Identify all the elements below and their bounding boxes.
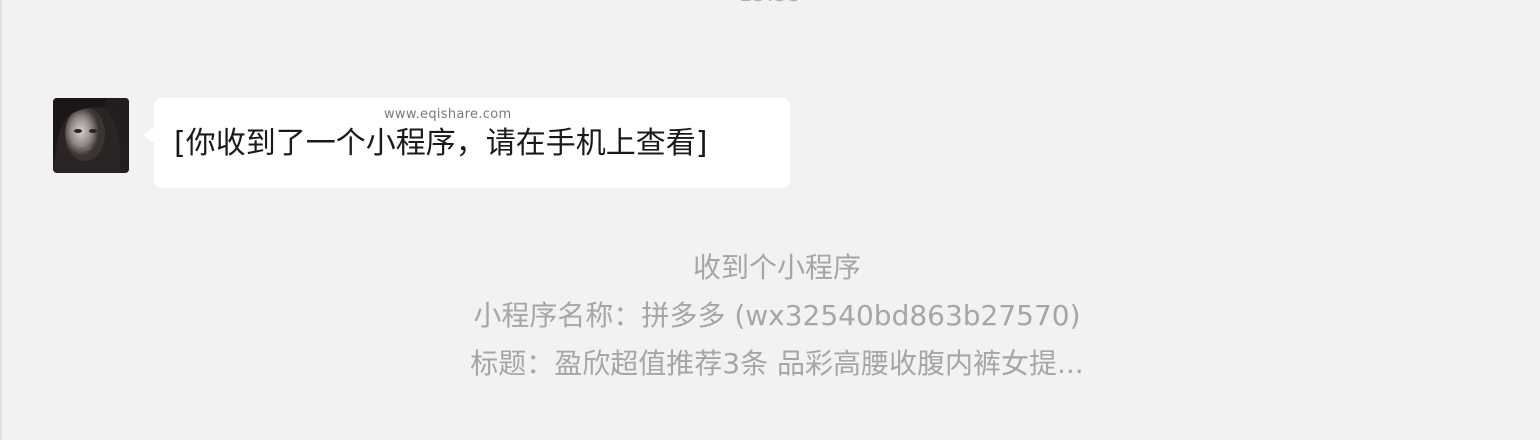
notice-miniprogram-title: 标题：盈欣超值推荐3条 品彩高腰收腹内裤女提... bbox=[470, 347, 1084, 380]
watermark-text: www.eqishare.com bbox=[384, 107, 512, 122]
notice-title: 收到个小程序 bbox=[692, 251, 861, 284]
notice-miniprogram-name: 小程序名称：拼多多 (wx32540bd863b27570) bbox=[473, 299, 1081, 332]
sender-avatar[interactable] bbox=[53, 98, 129, 173]
message-bubble[interactable]: www.eqishare.com [你收到了一个小程序，请在手机上查看] bbox=[143, 98, 790, 188]
avatar-photo-icon bbox=[53, 98, 129, 173]
message-text: [你收到了一个小程序，请在手机上查看] bbox=[174, 126, 708, 161]
message-timestamp: 15:55 bbox=[0, 0, 1540, 8]
bubble-tail bbox=[143, 126, 155, 144]
system-notice: 收到个小程序 小程序名称：拼多多 (wx32540bd863b27570) 标题… bbox=[0, 244, 1540, 388]
